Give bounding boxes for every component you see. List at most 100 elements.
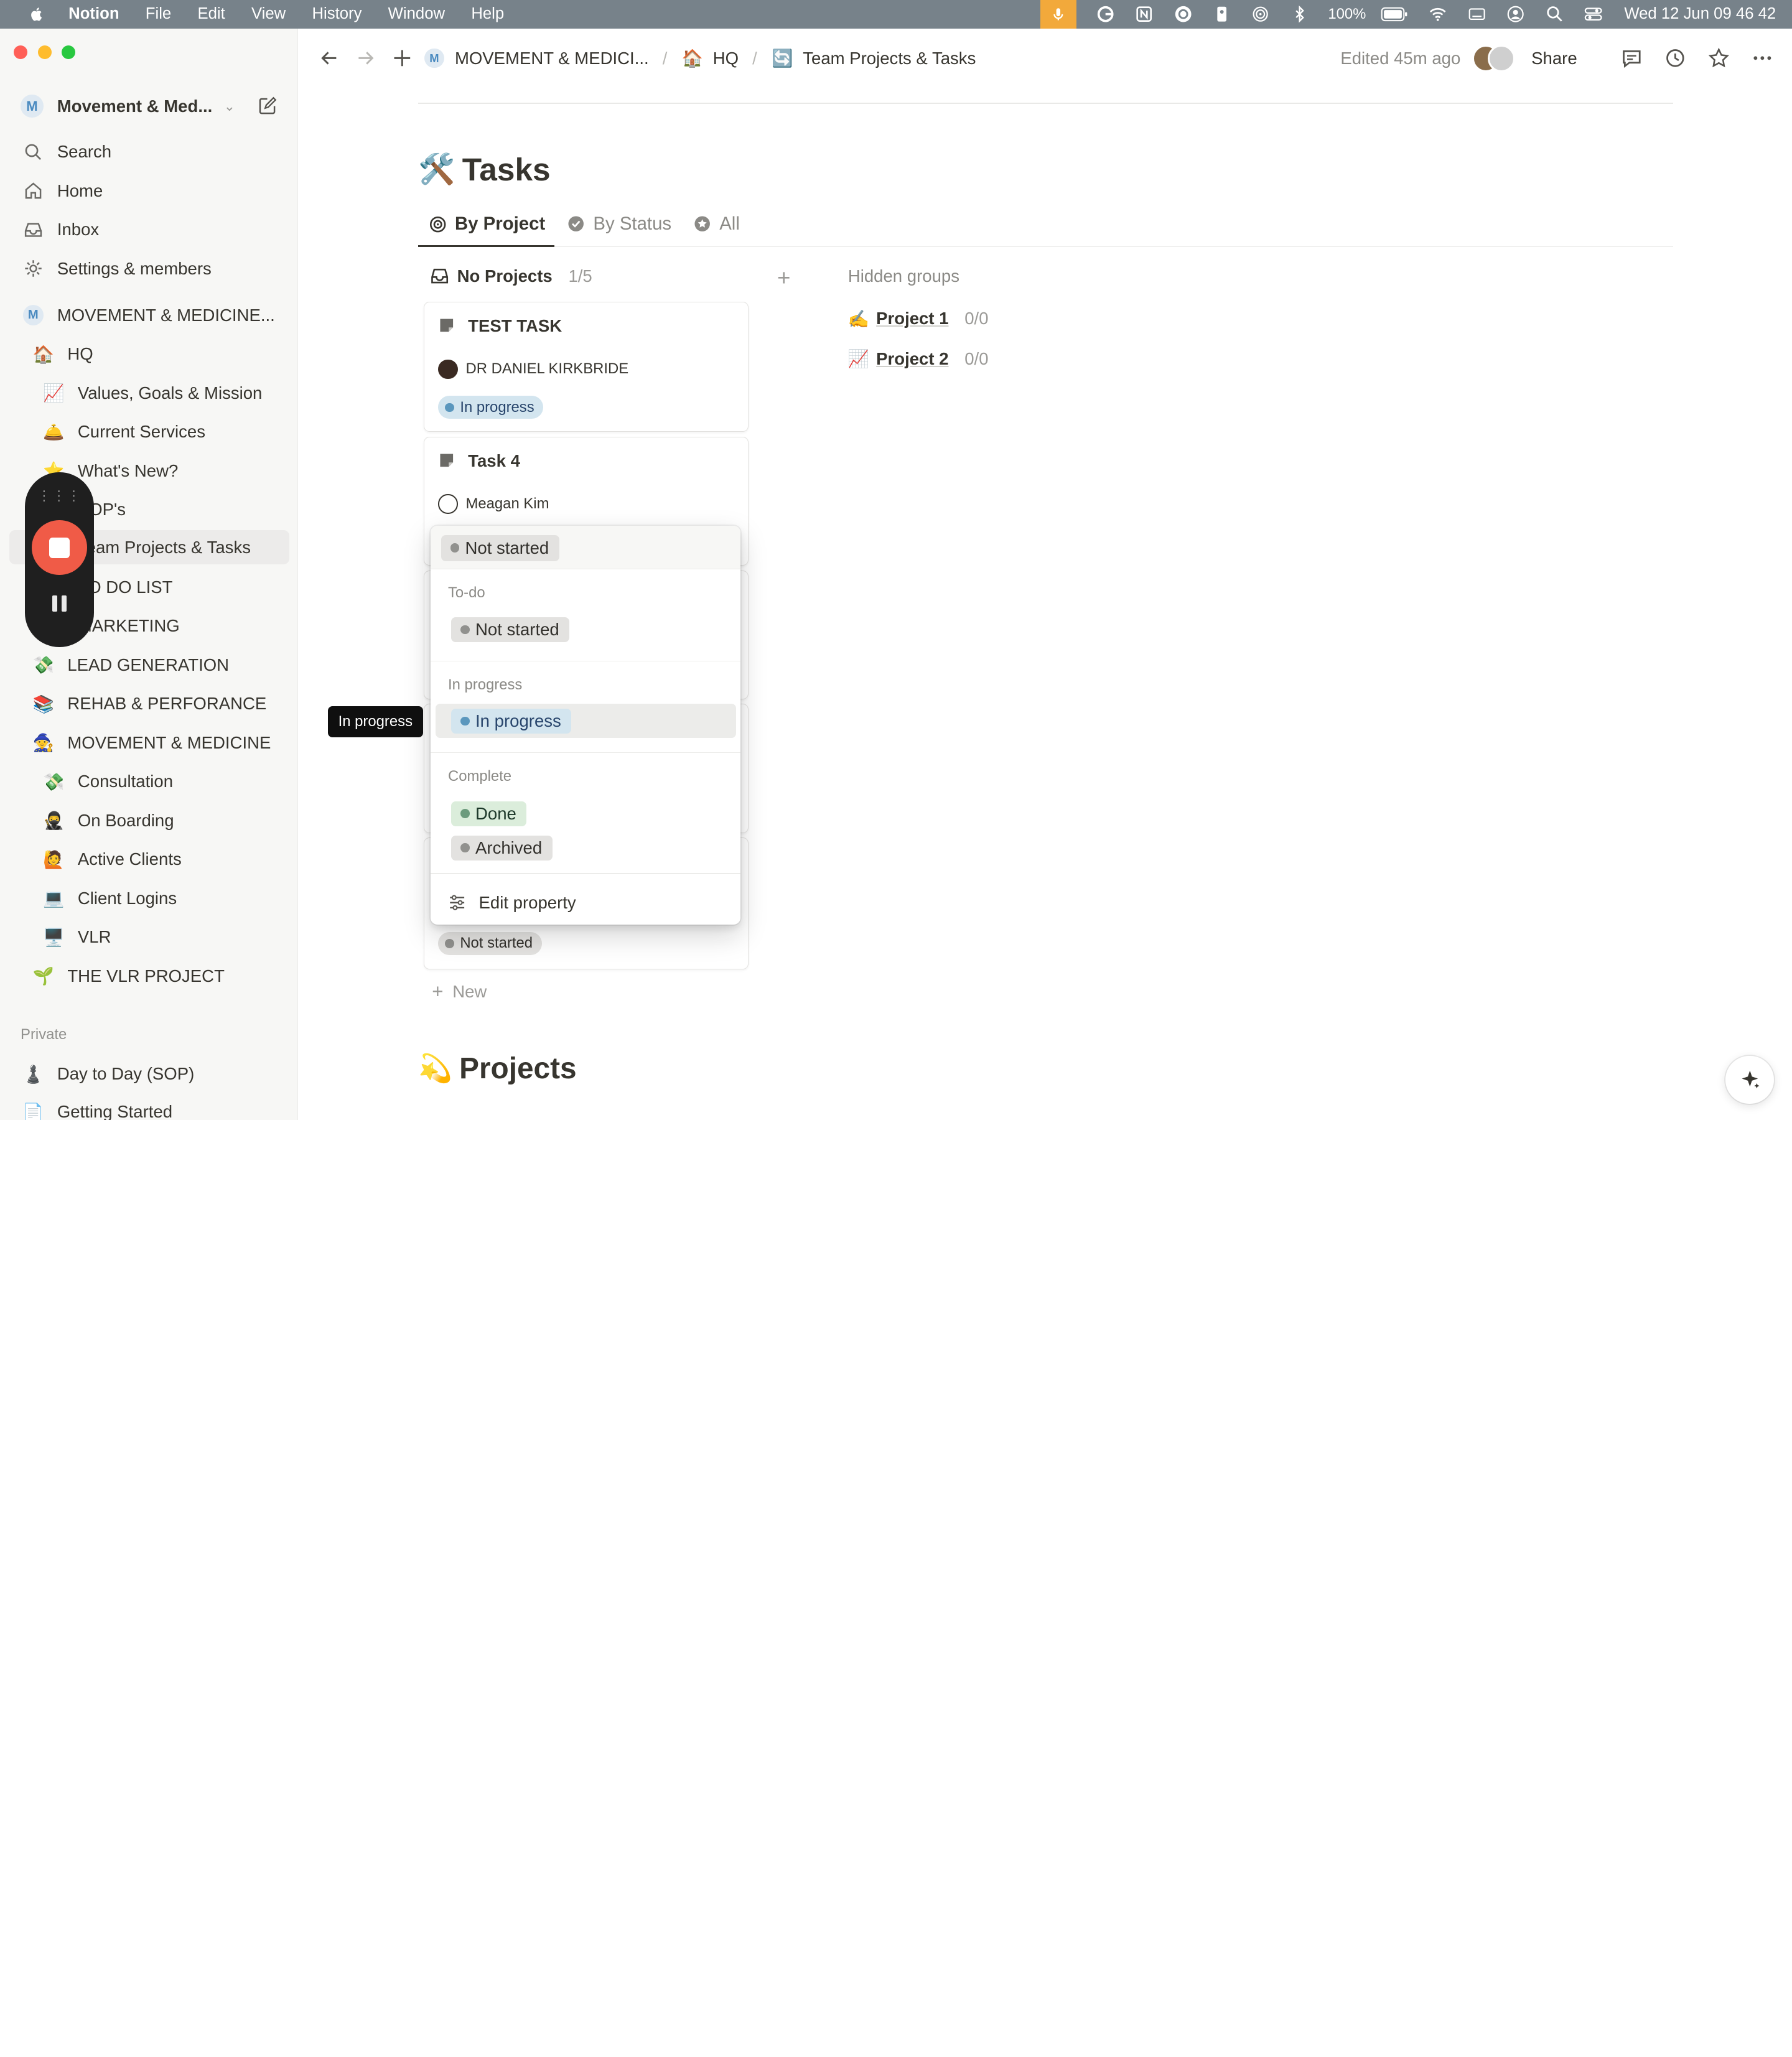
page-emoji: 🙋: [43, 849, 65, 869]
airdrop-icon[interactable]: [1251, 5, 1271, 23]
stop-recording-button[interactable]: [32, 520, 87, 576]
projects-title[interactable]: Projects: [459, 1052, 576, 1086]
breadcrumb-separator: /: [752, 48, 757, 68]
group-emoji: 📈: [847, 349, 870, 369]
sidebar-page-hq[interactable]: 🏠 HQ: [31, 337, 93, 371]
add-group-plus-icon[interactable]: +: [777, 265, 790, 291]
grammarly-g-icon[interactable]: [1095, 5, 1116, 23]
user-account-icon[interactable]: [1505, 5, 1526, 23]
tab-by-project[interactable]: By Project: [418, 203, 554, 247]
breadcrumb-item[interactable]: Team Projects & Tasks: [803, 49, 976, 68]
page-emoji: 📚: [32, 694, 54, 714]
bluetooth-icon[interactable]: [1289, 5, 1310, 23]
ai-assistant-button[interactable]: [1725, 1056, 1774, 1104]
grammarly-icon[interactable]: [1173, 5, 1193, 23]
sidebar-item-label: Settings & members: [57, 258, 212, 278]
status-option-archived[interactable]: Archived: [436, 831, 736, 865]
forward-arrow-icon[interactable]: [352, 45, 380, 72]
menu-edit[interactable]: Edit: [197, 5, 225, 23]
menu-help[interactable]: Help: [471, 5, 504, 23]
add-new-card-button[interactable]: + New: [432, 981, 487, 1003]
star-favorite-icon[interactable]: [1705, 45, 1732, 72]
menu-window[interactable]: Window: [388, 5, 445, 23]
sidebar-page-lead-gen[interactable]: 💸 LEAD GENERATION: [31, 648, 229, 682]
control-center-icon[interactable]: [1583, 5, 1603, 23]
database-title[interactable]: Tasks: [462, 151, 551, 188]
pause-recording-button[interactable]: [52, 595, 67, 612]
close-window-button[interactable]: [14, 45, 28, 60]
collaborator-avatars[interactable]: [1472, 44, 1516, 72]
board-group-header[interactable]: No Projects 1/5: [430, 263, 592, 290]
menubar-clock[interactable]: Wed 12 Jun 09 46 42: [1624, 5, 1776, 23]
sidebar-item-settings[interactable]: Settings & members: [9, 251, 289, 286]
menu-history[interactable]: History: [312, 5, 362, 23]
sidebar-page-client-logins[interactable]: 💻 Client Logins: [41, 881, 177, 915]
microphone-icon[interactable]: [1040, 0, 1077, 29]
comment-icon[interactable]: [1618, 45, 1646, 72]
sidebar-item-home[interactable]: Home: [9, 174, 289, 208]
edit-property-button[interactable]: Edit property: [436, 887, 736, 918]
share-button[interactable]: Share: [1531, 49, 1577, 68]
avatar: [438, 494, 458, 514]
sidebar-page-day-to-day[interactable]: ♟️ Day to Day (SOP): [21, 1057, 194, 1091]
status-option-in-progress[interactable]: In progress: [435, 704, 736, 739]
home-icon: [21, 179, 45, 203]
battery-icon[interactable]: [1379, 5, 1409, 23]
sidebar-teamspace[interactable]: M MOVEMENT & MEDICINE...: [21, 298, 275, 332]
sidebar-item-inbox[interactable]: Inbox: [9, 213, 289, 247]
status-label: In progress: [460, 398, 534, 416]
spotlight-search-icon[interactable]: [1544, 5, 1565, 23]
tab-by-status[interactable]: By Status: [557, 203, 681, 245]
fullscreen-window-button[interactable]: [62, 45, 76, 60]
sidebar-page-values[interactable]: 📈 Values, Goals & Mission: [41, 376, 262, 410]
sidebar-page-vlr-project[interactable]: 🌱 THE VLR PROJECT: [31, 959, 225, 993]
hidden-group-project-1[interactable]: ✍️ Project 1 0/0: [848, 305, 989, 332]
menu-file[interactable]: File: [146, 5, 171, 23]
option-label: In progress: [475, 711, 561, 730]
page-label: Getting Started: [57, 1102, 173, 1120]
breadcrumb-item[interactable]: HQ: [713, 49, 739, 68]
sidebar-page-active-clients[interactable]: 🙋 Active Clients: [41, 842, 182, 877]
contact-card-icon[interactable]: [1211, 5, 1232, 23]
sidebar-page-onboarding[interactable]: 🥷 On Boarding: [41, 803, 174, 837]
minimize-window-button[interactable]: [37, 45, 52, 60]
notion-n-icon[interactable]: [1134, 5, 1154, 23]
back-arrow-icon[interactable]: [315, 45, 343, 72]
edited-timestamp[interactable]: Edited 45m ago: [1340, 49, 1460, 68]
page-emoji: 🖥️: [43, 927, 65, 947]
keyboard-icon[interactable]: [1467, 5, 1487, 23]
hidden-group-project-2[interactable]: 📈 Project 2 0/0: [848, 345, 989, 373]
divider: [418, 103, 1673, 105]
option-label: Not started: [475, 620, 559, 639]
new-page-button[interactable]: [256, 95, 279, 118]
wifi-icon[interactable]: [1428, 5, 1449, 23]
card-assignee: Meagan Kim: [465, 495, 549, 513]
apple-icon[interactable]: [25, 3, 48, 26]
tab-all[interactable]: All: [683, 203, 749, 245]
new-page-plus-icon[interactable]: [388, 45, 416, 72]
breadcrumb-item[interactable]: MOVEMENT & MEDICI...: [455, 49, 649, 68]
more-options-icon[interactable]: [1748, 45, 1776, 72]
drag-handle-icon[interactable]: ⋮⋮⋮: [37, 488, 82, 504]
page-emoji: 🧙: [32, 733, 54, 753]
status-badge[interactable]: In progress: [438, 396, 544, 419]
board-card[interactable]: TEST TASK DR DANIEL KIRKBRIDE In progres…: [424, 301, 749, 432]
selected-status-field[interactable]: Not started: [431, 525, 741, 569]
menu-app-name[interactable]: Notion: [68, 5, 119, 23]
sidebar-page-getting-started[interactable]: 📄 Getting Started: [21, 1095, 172, 1120]
sidebar-page-rehab[interactable]: 📚 REHAB & PERFORANCE: [31, 687, 267, 721]
sidebar-item-search[interactable]: Search: [9, 135, 289, 169]
workspace-switcher[interactable]: M Movement & Med... ⌄: [21, 90, 283, 122]
sidebar-page-consultation[interactable]: 💸 Consultation: [41, 765, 173, 799]
menu-view[interactable]: View: [251, 5, 286, 23]
status-option-not-started[interactable]: Not started: [436, 612, 736, 646]
sidebar-page-current-services[interactable]: 🛎️ Current Services: [41, 415, 205, 449]
status-badge[interactable]: Not started: [438, 931, 542, 955]
page-label: Client Logins: [77, 888, 177, 908]
sidebar-page-movement-medicine[interactable]: 🧙 MOVEMENT & MEDICINE: [31, 725, 271, 760]
status-option-done[interactable]: Done: [436, 796, 736, 831]
window-controls: [14, 45, 76, 60]
page-emoji: 🥷: [43, 811, 65, 831]
sidebar-page-vlr[interactable]: 🖥️ VLR: [41, 920, 111, 954]
clock-history-icon[interactable]: [1662, 45, 1689, 72]
